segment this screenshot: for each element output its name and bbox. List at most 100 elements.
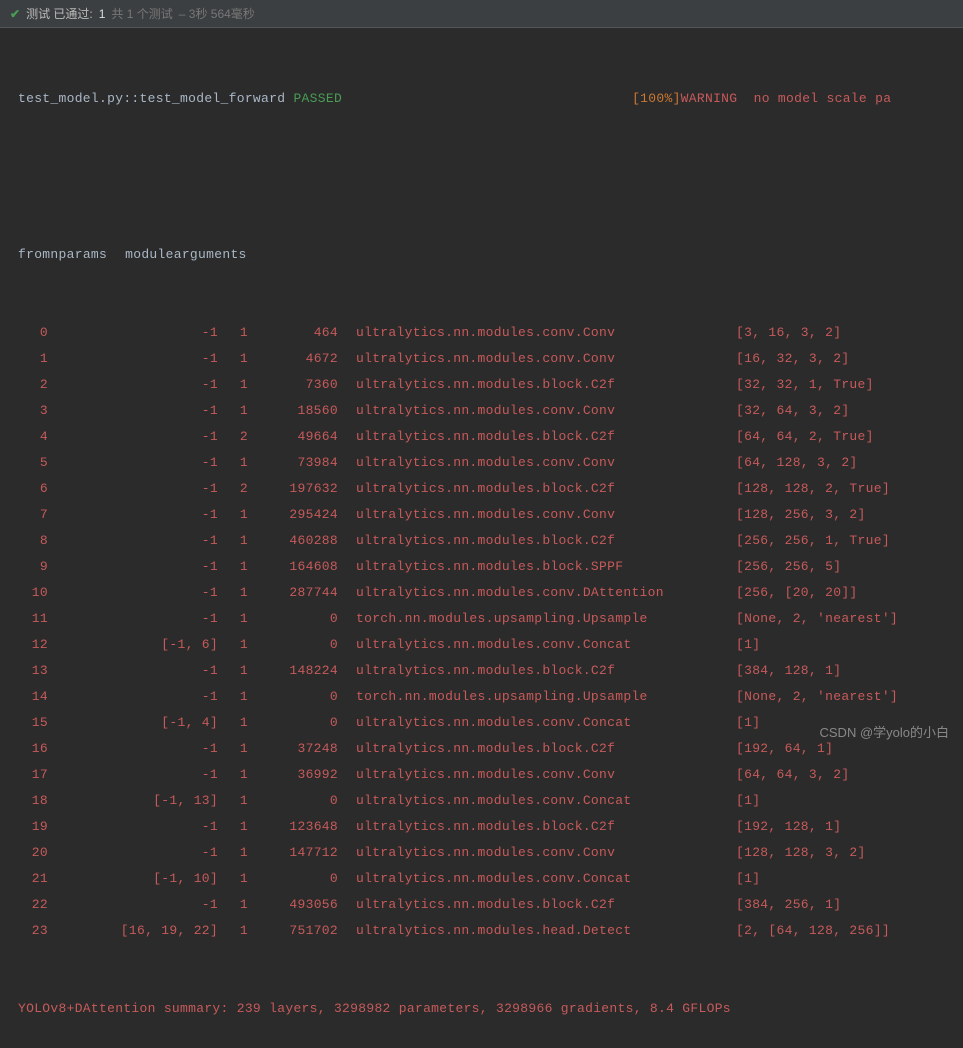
cell-params: 0 [248, 606, 338, 632]
cell-idx: 18 [18, 788, 48, 814]
table-row: 14-110torch.nn.modules.upsampling.Upsamp… [0, 684, 963, 710]
cell-params: 0 [248, 788, 338, 814]
cell-module: ultralytics.nn.modules.block.SPPF [338, 554, 736, 580]
cell-params: 4672 [248, 346, 338, 372]
test-percent: [100%] [632, 91, 681, 106]
cell-n: 1 [218, 710, 248, 736]
cell-module: ultralytics.nn.modules.conv.Conv [338, 502, 736, 528]
cell-n: 1 [218, 840, 248, 866]
table-row: 21[-1, 10]10ultralytics.nn.modules.conv.… [0, 866, 963, 892]
cell-args: [32, 64, 3, 2] [736, 398, 849, 424]
cell-params: 464 [248, 320, 338, 346]
table-row: 9-11164608ultralytics.nn.modules.block.S… [0, 554, 963, 580]
cell-module: ultralytics.nn.modules.block.C2f [338, 814, 736, 840]
cell-idx: 6 [18, 476, 48, 502]
cell-params: 0 [248, 710, 338, 736]
cell-idx: 4 [18, 424, 48, 450]
cell-n: 1 [218, 684, 248, 710]
cell-idx: 19 [18, 814, 48, 840]
cell-n: 1 [218, 762, 248, 788]
cell-from: -1 [48, 658, 218, 684]
cell-module: ultralytics.nn.modules.conv.Conv [338, 840, 736, 866]
cell-idx: 8 [18, 528, 48, 554]
cell-module: torch.nn.modules.upsampling.Upsample [338, 606, 736, 632]
cell-idx: 20 [18, 840, 48, 866]
test-status: PASSED [293, 91, 342, 106]
cell-params: 18560 [248, 398, 338, 424]
table-row: 18[-1, 13]10ultralytics.nn.modules.conv.… [0, 788, 963, 814]
hdr-params: params [59, 247, 108, 262]
cell-params: 164608 [248, 554, 338, 580]
cell-params: 295424 [248, 502, 338, 528]
cell-args: [64, 64, 3, 2] [736, 762, 849, 788]
cell-n: 1 [218, 450, 248, 476]
cell-args: [128, 128, 2, True] [736, 476, 890, 502]
table-row: 0-11464ultralytics.nn.modules.conv.Conv[… [0, 320, 963, 346]
cell-n: 1 [218, 320, 248, 346]
console-output[interactable]: test_model.py::test_model_forward PASSED… [0, 28, 963, 1048]
cell-from: -1 [48, 554, 218, 580]
cell-from: -1 [48, 372, 218, 398]
warning-message: no model scale pa [737, 91, 891, 106]
cell-args: [1] [736, 632, 760, 658]
cell-n: 2 [218, 476, 248, 502]
cell-params: 37248 [248, 736, 338, 762]
cell-n: 1 [218, 866, 248, 892]
cell-params: 0 [248, 632, 338, 658]
cell-module: ultralytics.nn.modules.block.C2f [338, 372, 736, 398]
cell-module: ultralytics.nn.modules.conv.Conv [338, 450, 736, 476]
cell-idx: 11 [18, 606, 48, 632]
hdr-n: n [50, 247, 58, 262]
table-row: 23[16, 19, 22]1751702ultralytics.nn.modu… [0, 918, 963, 944]
cell-params: 123648 [248, 814, 338, 840]
cell-args: [None, 2, 'nearest'] [736, 684, 898, 710]
cell-n: 1 [218, 606, 248, 632]
cell-params: 73984 [248, 450, 338, 476]
cell-params: 197632 [248, 476, 338, 502]
cell-idx: 2 [18, 372, 48, 398]
cell-n: 1 [218, 502, 248, 528]
table-row: 19-11123648ultralytics.nn.modules.block.… [0, 814, 963, 840]
cell-n: 1 [218, 372, 248, 398]
hdr-args: arguments [174, 247, 247, 262]
cell-idx: 5 [18, 450, 48, 476]
cell-from: -1 [48, 502, 218, 528]
elapsed-time: – 3秒 564毫秒 [179, 5, 255, 22]
cell-from: -1 [48, 450, 218, 476]
cell-from: [-1, 6] [48, 632, 218, 658]
cell-args: [64, 64, 2, True] [736, 424, 874, 450]
cell-module: ultralytics.nn.modules.conv.Concat [338, 632, 736, 658]
cell-module: ultralytics.nn.modules.conv.Concat [338, 788, 736, 814]
cell-params: 36992 [248, 762, 338, 788]
cell-args: [192, 128, 1] [736, 814, 841, 840]
cell-from: -1 [48, 398, 218, 424]
cell-n: 1 [218, 580, 248, 606]
cell-params: 7360 [248, 372, 338, 398]
cell-args: [32, 32, 1, True] [736, 372, 874, 398]
cell-module: ultralytics.nn.modules.conv.Concat [338, 710, 736, 736]
cell-params: 0 [248, 684, 338, 710]
cell-idx: 16 [18, 736, 48, 762]
cell-n: 1 [218, 814, 248, 840]
cell-module: ultralytics.nn.modules.conv.Conv [338, 320, 736, 346]
cell-from: -1 [48, 346, 218, 372]
cell-idx: 14 [18, 684, 48, 710]
cell-module: ultralytics.nn.modules.block.C2f [338, 736, 736, 762]
cell-n: 1 [218, 736, 248, 762]
cell-n: 1 [218, 554, 248, 580]
hdr-from: from [18, 247, 50, 262]
cell-module: ultralytics.nn.modules.head.Detect [338, 918, 736, 944]
cell-from: -1 [48, 892, 218, 918]
warning-label: WARNING [681, 91, 738, 106]
table-row: 11-110torch.nn.modules.upsampling.Upsamp… [0, 606, 963, 632]
cell-from: -1 [48, 814, 218, 840]
cell-idx: 22 [18, 892, 48, 918]
cell-params: 148224 [248, 658, 338, 684]
cell-idx: 9 [18, 554, 48, 580]
cell-n: 1 [218, 892, 248, 918]
cell-n: 1 [218, 528, 248, 554]
cell-n: 2 [218, 424, 248, 450]
cell-params: 0 [248, 866, 338, 892]
cell-params: 287744 [248, 580, 338, 606]
cell-module: ultralytics.nn.modules.block.C2f [338, 658, 736, 684]
